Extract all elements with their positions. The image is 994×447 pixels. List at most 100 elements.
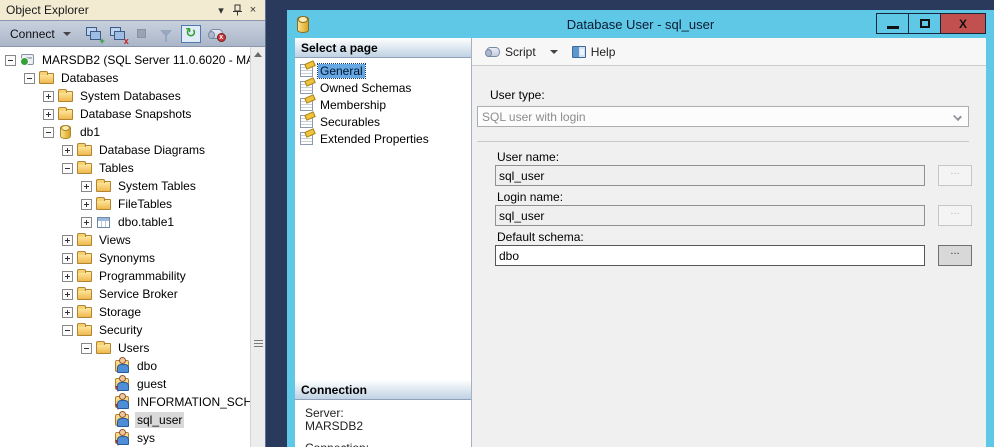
expand-expander[interactable] [62,145,73,156]
expand-expander[interactable] [81,181,92,192]
default-schema-input[interactable] [495,245,925,266]
folder-icon [77,271,92,282]
user-type-value: SQL user with login [482,110,586,124]
minimize-button[interactable] [876,13,909,34]
page-item-membership[interactable]: Membership [295,96,471,113]
tree-label: Database Snapshots [78,106,193,122]
tree-row[interactable]: Database Diagrams [0,141,265,159]
login-name-browse-button: ... [938,205,972,226]
tree-label: Synonyms [97,250,157,266]
page-item-extended-properties[interactable]: Extended Properties [295,130,471,147]
connect-button[interactable]: Connect [6,25,79,43]
page-item-securables[interactable]: Securables [295,113,471,130]
expand-expander[interactable] [62,235,73,246]
tree-label: Views [97,232,133,248]
maximize-button[interactable] [908,13,941,34]
tree-row[interactable]: Users [0,339,265,357]
tree-label: Database Diagrams [97,142,207,158]
tree-row[interactable]: Service Broker [0,285,265,303]
collapse-expander[interactable] [24,73,35,84]
tree-label: db1 [78,124,102,140]
folder-icon [77,253,92,264]
object-explorer-panel: Object Explorer ▾ × Connect + x ↻ x MARS… [0,0,266,447]
folder-icon [96,343,111,354]
user-disabled-icon [115,432,129,444]
close-button[interactable]: X [940,13,986,34]
tree-row[interactable]: sys [0,429,265,447]
page-item-general[interactable]: General [295,62,471,79]
expand-expander[interactable] [43,91,54,102]
default-schema-browse-button[interactable]: ... [938,245,972,266]
tree-label: Programmability [97,268,188,284]
script-dropdown-icon[interactable] [550,50,558,54]
tree-label: Storage [97,304,143,320]
close-icon: X [959,17,967,31]
tree-row[interactable]: dbo [0,357,265,375]
page-icon [300,64,313,77]
connect-label: Connect [10,27,55,41]
tree-row[interactable]: Programmability [0,267,265,285]
refresh-button[interactable]: ↻ [181,25,201,43]
tree-row[interactable]: Database Snapshots [0,105,265,123]
collapse-expander[interactable] [43,127,54,138]
user-type-select[interactable]: SQL user with login [477,106,969,127]
minimize-icon [887,26,899,29]
window-buttons: X [877,13,986,34]
tree-row[interactable]: INFORMATION_SCHEM [0,393,265,411]
expand-expander[interactable] [43,109,54,120]
scrollbar-grip[interactable] [254,340,263,347]
page-icon [300,132,313,145]
tree-row[interactable]: db1 [0,123,265,141]
collapse-expander[interactable] [5,55,16,66]
pin-icon[interactable] [229,3,245,18]
database-icon [60,125,71,139]
script-icon [486,47,500,57]
tree-row[interactable]: Databases [0,69,265,87]
close-icon[interactable]: × [245,3,261,18]
collapse-expander[interactable] [81,343,92,354]
expand-expander[interactable] [62,307,73,318]
expand-expander[interactable] [81,217,92,228]
expand-expander[interactable] [62,253,73,264]
tree-label: Service Broker [97,286,180,302]
tree-row[interactable]: System Databases [0,87,265,105]
folder-icon [96,199,111,210]
auto-script-button[interactable]: x [207,26,225,42]
folder-icon [58,91,73,102]
tree-row[interactable]: dbo.table1 [0,213,265,231]
filter-button[interactable] [157,26,175,42]
pages-header: Select a page [295,38,471,58]
page-label: Extended Properties [318,132,431,146]
tree-row[interactable]: Security [0,321,265,339]
expand-expander[interactable] [81,199,92,210]
red-arrow-icon [115,386,121,392]
page-item-owned-schemas[interactable]: Owned Schemas [295,79,471,96]
tree-row[interactable]: Synonyms [0,249,265,267]
scroll-up-icon[interactable] [251,47,265,62]
folder-icon [77,163,92,174]
expand-expander[interactable] [62,289,73,300]
login-name-input [495,205,925,226]
red-arrow-icon [115,404,121,410]
tree-row-selected[interactable]: sql_user [0,411,265,429]
user-icon [115,414,129,426]
tree-row[interactable]: System Tables [0,177,265,195]
tree-row[interactable]: FileTables [0,195,265,213]
expand-expander[interactable] [62,271,73,282]
tree-row[interactable]: guest [0,375,265,393]
select-a-page-pane: Select a page General Owned Schemas Memb… [295,38,472,447]
disconnect-server-button[interactable]: x [109,26,127,42]
help-button[interactable]: Help [568,42,620,62]
script-button[interactable]: Script [482,42,540,62]
tree-row[interactable]: Tables [0,159,265,177]
tree-scrollbar[interactable] [250,47,265,447]
connect-server-button[interactable]: + [85,26,103,42]
collapse-expander[interactable] [62,163,73,174]
tree-row[interactable]: MARSDB2 (SQL Server 11.0.6020 - MARSD [0,51,265,69]
collapse-expander[interactable] [62,325,73,336]
tree-row[interactable]: Storage [0,303,265,321]
tree-label: FileTables [116,196,174,212]
folder-icon [58,109,73,120]
tree-row[interactable]: Views [0,231,265,249]
window-position-icon[interactable]: ▾ [213,3,229,18]
